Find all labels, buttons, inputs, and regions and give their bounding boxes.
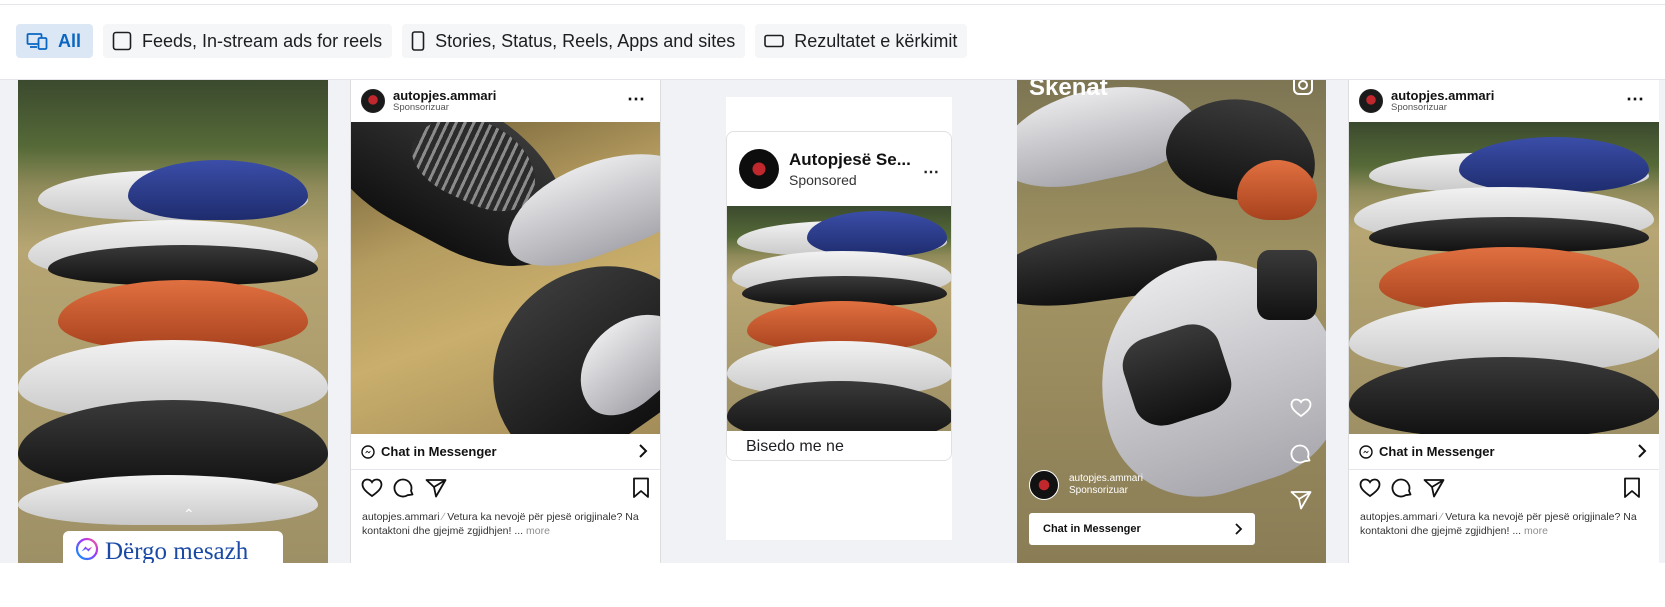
comment-icon[interactable] (1391, 477, 1413, 504)
chat-in-messenger-button[interactable]: Chat in Messenger (351, 434, 660, 470)
share-icon[interactable] (1290, 490, 1312, 515)
sponsored-label: Sponsorizuar (1069, 485, 1128, 496)
wrench-emoji: ∕ (1440, 511, 1443, 523)
caption-username: autopjes.ammari (362, 511, 440, 523)
heart-icon[interactable] (1359, 478, 1381, 503)
reel-account: autopjes.ammari Sponsorizuar (1029, 470, 1143, 500)
caption-username: autopjes.ammari (1360, 511, 1438, 523)
post-caption: autopjes.ammari ∕ Vetura ka nevojë për p… (1349, 510, 1659, 538)
more-options-icon[interactable]: ⋯ (627, 90, 646, 108)
messenger-icon (1359, 444, 1373, 459)
chevron-right-icon (638, 443, 648, 462)
chat-in-messenger-button[interactable]: Chat in Messenger (1029, 513, 1255, 545)
account-name: autopjes.ammari (1391, 87, 1495, 103)
more-link[interactable]: more (1524, 525, 1548, 537)
wrench-emoji: ∕ (442, 511, 445, 523)
square-icon (112, 31, 132, 51)
chat-in-messenger-label: Chat in Messenger (1043, 523, 1141, 535)
post-header: autopjes.ammari Sponsorizuar ⋯ (351, 80, 660, 122)
tab-feeds[interactable]: Feeds, In-stream ads for reels (103, 24, 393, 58)
page-name: Autopjesë Se... (789, 150, 911, 169)
chat-in-messenger-button[interactable]: Chat in Messenger (1349, 434, 1659, 470)
sponsored-label: Sponsorizuar (1391, 101, 1447, 113)
wide-rect-icon (764, 34, 785, 48)
bookmark-icon[interactable] (632, 477, 650, 504)
avatar (1029, 470, 1059, 500)
phone-icon (411, 31, 425, 51)
preview-card-instagram-feed-2[interactable]: autopjes.ammari Sponsorizuar ⋯ Chat in M… (1348, 80, 1659, 563)
preview-card-facebook[interactable]: Autopjesë Se... Sponsored ⋯ Bisedo me ne (726, 97, 952, 540)
share-icon[interactable] (425, 478, 447, 503)
messenger-icon (75, 537, 99, 564)
send-message-button[interactable]: Dërgo mesazh (63, 531, 283, 563)
avatar (361, 89, 385, 113)
devices-icon (26, 32, 48, 50)
heart-icon[interactable] (361, 478, 383, 503)
chevron-right-icon (1637, 443, 1647, 462)
comment-icon[interactable] (393, 477, 415, 504)
fb-post: Autopjesë Se... Sponsored ⋯ Bisedo me ne (726, 131, 952, 461)
account-name: autopjes.ammari (393, 87, 497, 103)
tab-search-results[interactable]: Rezultatet e kërkimit (755, 24, 968, 58)
tab-stories-label: Stories, Status, Reels, Apps and sites (435, 30, 736, 51)
ad-image (1349, 122, 1659, 434)
account-name: autopjes.ammari (1069, 473, 1143, 484)
tab-search-results-label: Rezultatet e kërkimit (794, 30, 958, 51)
preview-card-reel[interactable]: Skenat autopjes.ammari Sponsorizuar Chat… (1017, 80, 1326, 563)
more-options-icon[interactable]: ⋯ (1626, 90, 1645, 108)
avatar (1359, 89, 1383, 113)
post-header: Autopjesë Se... Sponsored ⋯ (727, 132, 951, 206)
chat-in-messenger-label: Chat in Messenger (381, 444, 497, 459)
reel-overlay-text: Skenat (1029, 80, 1108, 101)
chat-in-messenger-label: Chat in Messenger (1379, 444, 1495, 459)
post-caption: autopjes.ammari ∕ Vetura ka nevojë për p… (351, 510, 660, 538)
more-link[interactable]: more (526, 525, 550, 537)
top-rule (0, 4, 1665, 5)
expand-caret-icon[interactable]: ⌃ (183, 506, 195, 523)
tab-stories[interactable]: Stories, Status, Reels, Apps and sites (402, 24, 746, 58)
bookmark-icon[interactable] (1623, 477, 1641, 504)
camera-icon[interactable] (1292, 80, 1314, 101)
post-actions (351, 470, 660, 510)
ad-image (18, 80, 328, 563)
bottom-area (0, 563, 1665, 607)
post-header: autopjes.ammari Sponsorizuar ⋯ (1349, 80, 1659, 122)
avatar (739, 149, 779, 189)
ad-image (351, 122, 660, 434)
share-icon[interactable] (1423, 478, 1445, 503)
preview-card-instagram-feed[interactable]: autopjes.ammari Sponsorizuar ⋯ Chat in M… (350, 80, 661, 563)
sponsored-label: Sponsorizuar (393, 101, 449, 113)
tab-all-label: All (58, 30, 82, 51)
chat-with-us-button[interactable]: Bisedo me ne (727, 431, 951, 460)
comment-icon[interactable] (1290, 443, 1312, 470)
tab-all[interactable]: All (16, 24, 94, 58)
ad-preview-strip: ⌃ Dërgo mesazh autopjes.ammari Sponsoriz… (0, 80, 1665, 563)
preview-card-messenger-story[interactable]: ⌃ Dërgo mesazh (18, 80, 328, 563)
ad-image (727, 206, 951, 431)
more-options-icon[interactable]: ⋯ (923, 162, 939, 182)
tab-feeds-label: Feeds, In-stream ads for reels (142, 30, 383, 51)
chat-with-us-label: Bisedo me ne (746, 437, 844, 455)
chevron-right-icon (1234, 522, 1243, 539)
send-message-label: Dërgo mesazh (105, 538, 249, 563)
placement-filter-tabs: All Feeds, In-stream ads for reels Stori… (16, 24, 968, 58)
reel-side-actions (1290, 398, 1312, 515)
sponsored-label: Sponsored (789, 172, 857, 188)
heart-icon[interactable] (1290, 398, 1312, 423)
post-actions (1349, 470, 1659, 510)
messenger-icon (361, 444, 375, 459)
